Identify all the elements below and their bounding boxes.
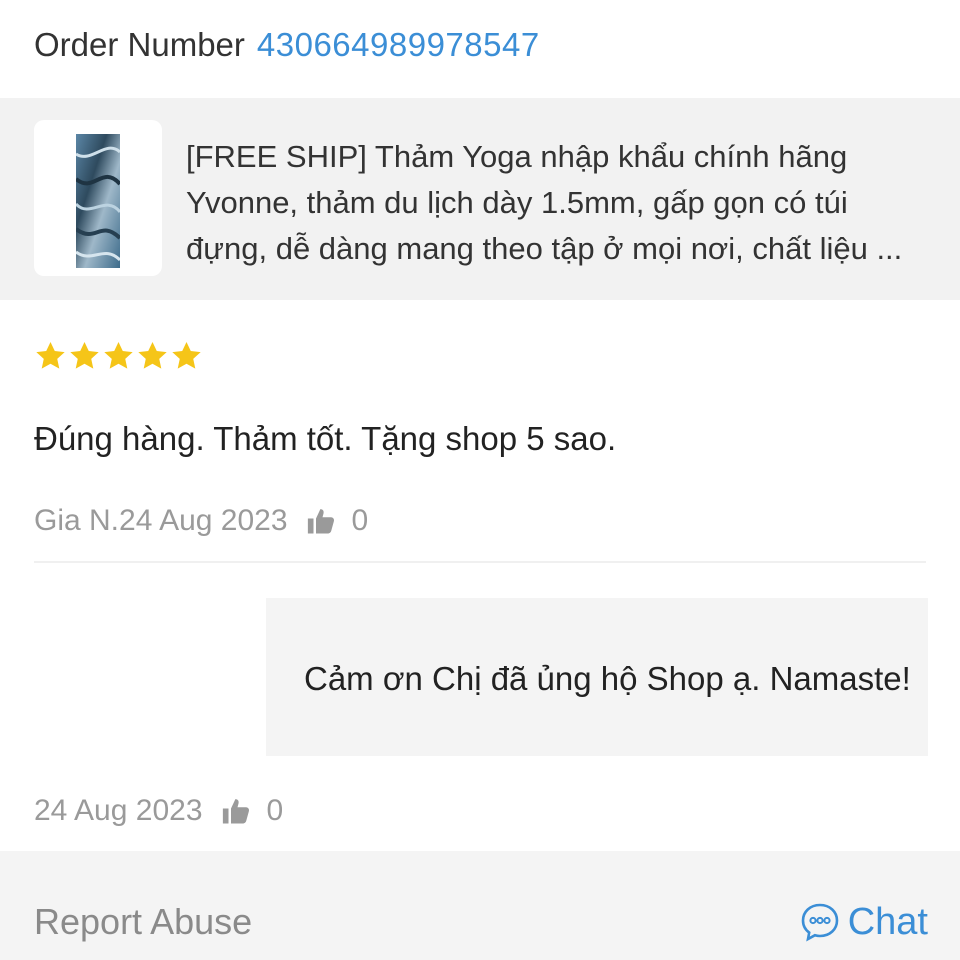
chat-label: Chat [847,900,928,943]
review-meta: Gia N.24 Aug 2023 0 [34,500,368,542]
thumbs-up-icon[interactable] [306,506,336,536]
star-icon [172,341,201,369]
review-author-date: Gia N.24 Aug 2023 [34,504,288,537]
review-like-count: 0 [351,504,369,537]
reply-date: 24 Aug 2023 [34,794,203,827]
reply-like-count: 0 [266,794,284,827]
order-number-row: Order Number 430664989978547 [34,20,540,70]
yoga-mat-icon [76,134,120,268]
chat-icon [801,903,839,942]
product-thumbnail[interactable] [34,120,162,276]
reply-text: Cảm ơn Chị đã ủng hộ Shop ạ. Namaste! [304,660,911,697]
reply-meta: 24 Aug 2023 0 [34,790,283,832]
rating-stars [34,338,203,376]
divider [34,561,926,563]
star-icon [138,341,167,369]
product-card[interactable]: [FREE SHIP] Thảm Yoga nhập khẩu chính hã… [0,98,960,300]
star-icon [104,341,133,369]
thumbs-up-icon[interactable] [221,796,251,826]
review-text: Đúng hàng. Thảm tốt. Tặng shop 5 sao. [34,420,617,457]
product-title[interactable]: [FREE SHIP] Thảm Yoga nhập khẩu chính hã… [186,134,931,272]
star-icon [36,341,65,369]
star-icon [70,341,99,369]
order-number-value[interactable]: 430664989978547 [257,26,540,64]
seller-reply: Cảm ơn Chị đã ủng hộ Shop ạ. Namaste! [266,598,928,756]
order-number-label: Order Number [34,26,245,63]
footer-bar: Report Abuse Chat [0,851,960,960]
chat-button[interactable]: Chat [800,897,928,947]
report-abuse-link[interactable]: Report Abuse [34,901,252,943]
